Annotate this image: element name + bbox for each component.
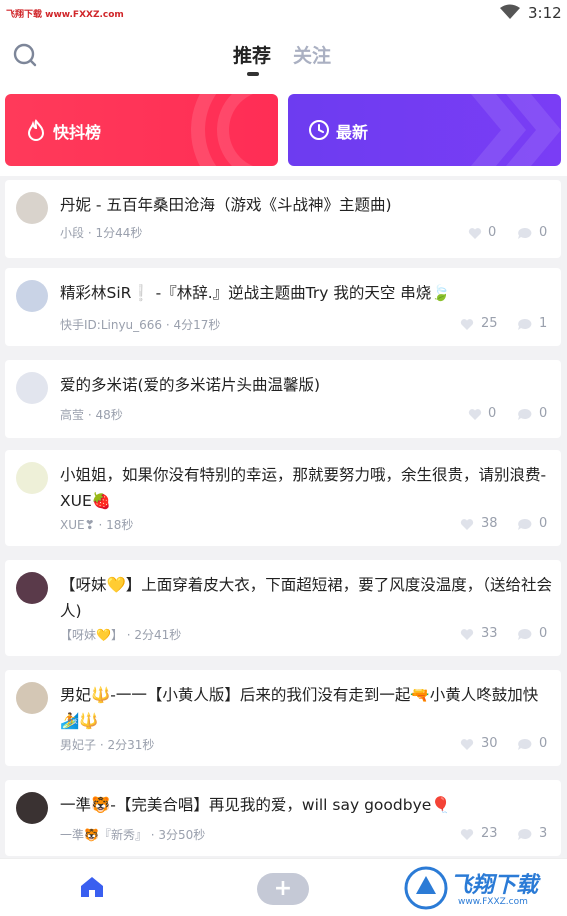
comment-icon[interactable] <box>517 408 532 421</box>
song-meta: XUE❣ · 18秒 <box>60 518 134 532</box>
comment-icon[interactable] <box>517 318 532 331</box>
avatar[interactable] <box>16 372 48 404</box>
tab-follow[interactable]: 关注 <box>293 41 331 68</box>
like-count: 25 <box>481 316 498 331</box>
like-count: 30 <box>481 736 498 751</box>
comment-count: 0 <box>539 736 548 751</box>
like-count: 23 <box>481 826 498 841</box>
active-tab-indicator <box>247 72 259 76</box>
duration: 4分17秒 <box>173 318 221 332</box>
heart-icon[interactable] <box>460 738 474 751</box>
heart-icon[interactable] <box>460 828 474 841</box>
comment-icon[interactable] <box>517 828 532 841</box>
banner-decoration <box>471 94 561 166</box>
latest-button[interactable]: 最新 <box>288 94 561 166</box>
hot-chart-label: 快抖榜 <box>53 123 102 142</box>
duration: 48秒 <box>95 408 123 422</box>
heart-icon[interactable] <box>468 408 482 421</box>
song-title: 精彩林SiR❕ -『林辞.』逆战主题曲Try 我的天空 串烧🍃 <box>60 284 451 302</box>
heart-icon[interactable] <box>468 227 482 240</box>
comment-count: 3 <box>539 826 548 841</box>
song-meta: 【呀妹💛】 · 2分41秒 <box>60 628 182 642</box>
banner-area: 快抖榜 最新 <box>0 84 567 176</box>
avatar[interactable] <box>16 682 48 714</box>
avatar[interactable] <box>16 462 48 494</box>
song-meta: 快手ID:Linyu_666 · 4分17秒 <box>60 318 221 332</box>
author-name: 一準🐯『新秀』 <box>60 828 147 842</box>
watermark-text: 飞翔下载 <box>450 873 539 898</box>
comment-count: 0 <box>539 225 548 240</box>
avatar[interactable] <box>16 192 48 224</box>
banner-decoration <box>191 94 254 166</box>
like-count: 38 <box>481 516 498 531</box>
hot-chart-button[interactable]: 快抖榜 <box>5 94 278 166</box>
duration: 18秒 <box>106 518 134 532</box>
comment-icon[interactable] <box>517 518 532 531</box>
duration: 2分31秒 <box>107 738 155 752</box>
song-title: 丹妮 - 五百年桑田沧海（游戏《斗战神》主题曲) <box>60 196 392 214</box>
heart-icon[interactable] <box>460 518 474 531</box>
bottom-nav: + 飞翔下载 www.FXXZ.com <box>0 858 567 916</box>
list-item[interactable]: 小姐姐，如果你没有特别的幸运，那就要努力哦，余生很贵，请别浪费-XUE🍓 XUE… <box>5 450 561 546</box>
comment-count: 0 <box>539 516 548 531</box>
avatar[interactable] <box>16 572 48 604</box>
watermark-top: 飞翔下载 www.FXXZ.com <box>6 10 124 20</box>
comment-icon[interactable] <box>517 227 532 240</box>
author-name: 小段 <box>60 226 85 240</box>
list-item[interactable]: 精彩林SiR❕ -『林辞.』逆战主题曲Try 我的天空 串烧🍃 快手ID:Lin… <box>5 268 561 346</box>
author-name: 男妃子 <box>60 738 97 752</box>
latest-label: 最新 <box>336 123 369 142</box>
song-title: 小姐姐，如果你没有特别的幸运，那就要努力哦，余生很贵，请别浪费-XUE🍓 <box>60 466 547 510</box>
watermark-emblem <box>404 866 448 910</box>
duration: 2分41秒 <box>134 628 182 642</box>
status-clock: 3:12 <box>528 4 562 22</box>
heart-icon[interactable] <box>460 628 474 641</box>
flame-icon <box>27 119 45 141</box>
like-count: 0 <box>488 225 497 240</box>
list-item[interactable]: 男妃🔱-一一【小黄人版】后来的我们没有走到一起🔫小黄人咚鼓加快🏄🔱 男妃子 · … <box>5 670 561 766</box>
author-name: 高莹 <box>60 408 85 422</box>
song-title: 【呀妹💛】上面穿着皮大衣，下面超短裙，要了风度没温度，（送给社会人) <box>60 576 553 620</box>
comment-icon[interactable] <box>517 628 532 641</box>
wifi-icon <box>500 4 520 19</box>
comment-icon[interactable] <box>517 738 532 751</box>
song-title: 一準🐯-【完美合唱】再见我的爱，will say goodbye🎈 <box>60 796 451 814</box>
list-item[interactable]: 【呀妹💛】上面穿着皮大衣，下面超短裙，要了风度没温度，（送给社会人) 【呀妹💛】… <box>5 560 561 656</box>
list-item[interactable]: 一準🐯-【完美合唱】再见我的爱，will say goodbye🎈 一準🐯『新秀… <box>5 780 561 856</box>
clock-icon <box>309 120 329 140</box>
tab-recommend[interactable]: 推荐 <box>233 41 271 68</box>
author-name: 【呀妹💛】 <box>60 628 123 642</box>
top-nav: 推荐 关注 <box>0 26 567 84</box>
avatar[interactable] <box>16 280 48 312</box>
comment-count: 0 <box>539 406 548 421</box>
list-item[interactable]: 爱的多米诺(爱的多米诺片头曲温馨版) 高莹 · 48秒 0 0 <box>5 360 561 438</box>
author-name: 快手ID:Linyu_666 <box>60 318 163 332</box>
plus-icon: + <box>273 876 293 901</box>
avatar[interactable] <box>16 792 48 824</box>
song-title: 男妃🔱-一一【小黄人版】后来的我们没有走到一起🔫小黄人咚鼓加快🏄🔱 <box>60 686 539 730</box>
like-count: 33 <box>481 626 498 641</box>
duration: 1分44秒 <box>95 226 143 240</box>
author-name: XUE❣ <box>60 518 95 532</box>
comment-count: 1 <box>539 316 548 331</box>
song-meta: 高莹 · 48秒 <box>60 408 123 422</box>
song-meta: 一準🐯『新秀』 · 3分50秒 <box>60 828 206 842</box>
comment-count: 0 <box>539 626 548 641</box>
add-button[interactable]: + <box>257 873 309 905</box>
song-title: 爱的多米诺(爱的多米诺片头曲温馨版) <box>60 376 321 394</box>
home-icon[interactable] <box>80 876 104 898</box>
list-item[interactable]: 丹妮 - 五百年桑田沧海（游戏《斗战神》主题曲) 小段 · 1分44秒 0 0 <box>5 180 561 258</box>
duration: 3分50秒 <box>158 828 206 842</box>
song-meta: 小段 · 1分44秒 <box>60 226 143 240</box>
search-icon[interactable] <box>12 42 38 68</box>
like-count: 0 <box>488 406 497 421</box>
watermark-url: www.FXXZ.com <box>458 897 528 907</box>
song-meta: 男妃子 · 2分31秒 <box>60 738 155 752</box>
heart-icon[interactable] <box>460 318 474 331</box>
status-bar: 飞翔下载 www.FXXZ.com 3:12 <box>0 0 567 26</box>
